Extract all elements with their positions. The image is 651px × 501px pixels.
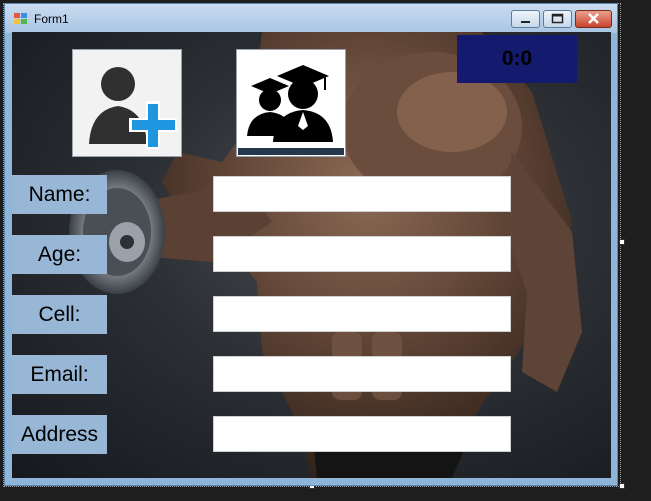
maximize-icon bbox=[551, 13, 564, 24]
add-user-icon bbox=[89, 67, 177, 149]
app-icon bbox=[14, 13, 28, 25]
close-icon bbox=[588, 13, 599, 24]
minimize-button[interactable] bbox=[511, 10, 540, 28]
age-label: Age: bbox=[12, 235, 107, 274]
name-field[interactable] bbox=[213, 176, 511, 212]
image-caption-strip bbox=[238, 148, 344, 155]
graduate-students-icon bbox=[247, 65, 333, 142]
address-label: Address bbox=[12, 415, 107, 454]
students-button[interactable] bbox=[236, 49, 346, 157]
resize-handle-right[interactable] bbox=[619, 239, 625, 245]
cell-label: Cell: bbox=[12, 295, 107, 334]
form-client-area: 0:0 Name: Age: Cell: Email: Address bbox=[12, 32, 611, 478]
title-bar[interactable]: Form1 bbox=[5, 4, 617, 33]
minimize-icon bbox=[521, 21, 530, 23]
close-button[interactable] bbox=[575, 10, 612, 28]
resize-handle-corner[interactable] bbox=[619, 483, 625, 489]
email-field[interactable] bbox=[213, 356, 511, 392]
cell-field[interactable] bbox=[213, 296, 511, 332]
maximize-button[interactable] bbox=[543, 10, 572, 28]
form-window: Form1 0:0 Name: Age: Cell: Email: Addres… bbox=[4, 3, 618, 486]
age-field[interactable] bbox=[213, 236, 511, 272]
name-label: Name: bbox=[12, 175, 107, 214]
window-title: Form1 bbox=[34, 12, 69, 26]
score-display: 0:0 bbox=[457, 35, 577, 83]
address-field[interactable] bbox=[213, 416, 511, 452]
add-user-button[interactable] bbox=[72, 49, 182, 157]
email-label: Email: bbox=[12, 355, 107, 394]
